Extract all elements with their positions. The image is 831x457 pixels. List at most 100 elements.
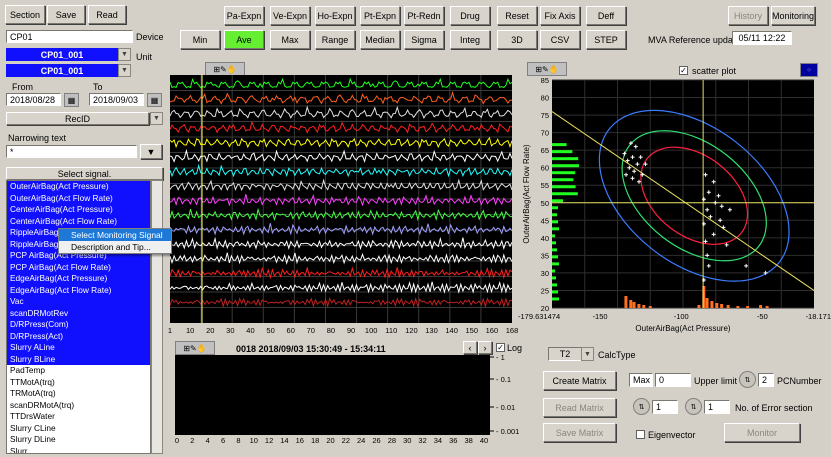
- scatter-y-tick: 70: [541, 129, 549, 138]
- histogram-bar: [552, 171, 576, 175]
- section-button[interactable]: Section: [5, 5, 45, 24]
- save-matrix-button[interactable]: Save Matrix: [543, 423, 616, 442]
- chevron-down-icon[interactable]: ▼: [150, 112, 163, 125]
- btn-max[interactable]: Max: [270, 30, 310, 49]
- btn-step[interactable]: STEP: [586, 30, 626, 49]
- read-button[interactable]: Read: [88, 5, 126, 24]
- btn-pa-expn[interactable]: Pa-Expn: [224, 6, 264, 25]
- signal-list-scrollbar[interactable]: [151, 180, 163, 454]
- calendar-icon[interactable]: ▦: [147, 93, 162, 107]
- recid-select[interactable]: RecID: [6, 112, 149, 125]
- save-button[interactable]: Save: [47, 5, 85, 24]
- signal-list-item[interactable]: OuterAirBag(Act Pressure): [7, 181, 150, 193]
- chevron-down-icon[interactable]: ▼: [581, 347, 594, 361]
- signal-list-item[interactable]: CenterAirBag(Act Pressure): [7, 204, 150, 216]
- histogram-bar: [697, 305, 701, 308]
- signal-list-item[interactable]: PadTemp: [7, 365, 150, 377]
- signal-list-item[interactable]: OuterAirBag(Act Flow Rate): [7, 192, 150, 204]
- btn-fix-axis[interactable]: Fix Axis: [540, 6, 580, 25]
- signal-list-item[interactable]: TRMotA(trq): [7, 388, 150, 400]
- histogram-bar: [624, 296, 628, 308]
- chevron-down-icon[interactable]: ▼: [118, 64, 131, 77]
- signal-list-item[interactable]: Slurry ALine: [7, 342, 150, 354]
- max-select[interactable]: Max: [629, 373, 653, 387]
- signal-list-item[interactable]: Slurr...: [7, 446, 150, 454]
- btn-integ[interactable]: Integ: [450, 30, 490, 49]
- btn-reset[interactable]: Reset: [497, 6, 537, 25]
- signal-list-item[interactable]: Slurry DLine: [7, 434, 150, 446]
- signal-list-item[interactable]: EdgeAirBag(Act Pressure): [7, 273, 150, 285]
- signal-list-item[interactable]: scanDRMotA(trq): [7, 400, 150, 412]
- narrowing-dropdown-button[interactable]: ▼: [140, 144, 162, 159]
- signal-list-item[interactable]: D/RPress(Act): [7, 330, 150, 342]
- btn-sigma[interactable]: Sigma: [404, 30, 444, 49]
- monitoring-button[interactable]: Monitoring: [771, 6, 815, 25]
- btn-ave[interactable]: Ave: [224, 30, 264, 49]
- log-checkbox[interactable]: ✓: [496, 343, 505, 352]
- btn-min[interactable]: Min: [180, 30, 220, 49]
- err-section-input-1[interactable]: 1: [652, 400, 678, 414]
- signal-list-item[interactable]: Vac: [7, 296, 150, 308]
- scatter-checkbox[interactable]: ✓: [679, 66, 688, 75]
- trend-plot[interactable]: [169, 75, 513, 323]
- histogram-bar: [552, 248, 557, 252]
- upper-limit-input[interactable]: 0: [655, 373, 691, 387]
- btn-median[interactable]: Median: [360, 30, 400, 49]
- err-section-input-2[interactable]: 1: [704, 400, 730, 414]
- btn-ho-expn[interactable]: Ho-Expn: [315, 6, 355, 25]
- read-matrix-button[interactable]: Read Matrix: [543, 398, 616, 417]
- plot-tool-icon[interactable]: ⊞✎✋: [205, 62, 245, 76]
- btn-deff[interactable]: Deff: [586, 6, 626, 25]
- calc-type-select[interactable]: T2: [548, 347, 582, 361]
- calendar-icon[interactable]: ▦: [64, 93, 79, 107]
- err-section-label: No. of Error section: [735, 403, 813, 413]
- wave-y-tick: - 0.1: [496, 375, 511, 384]
- menu-item-select-monitoring-signal[interactable]: Select Monitoring Signal: [59, 229, 171, 241]
- scatter-y-tick: 85: [541, 76, 549, 85]
- trend-x-tick: 140: [445, 326, 458, 335]
- signal-list-item[interactable]: D/RPress(Com): [7, 319, 150, 331]
- signal-list-item[interactable]: CenterAirBag(Act Flow Rate): [7, 215, 150, 227]
- narrowing-input[interactable]: *: [6, 145, 137, 158]
- create-matrix-button[interactable]: Create Matrix: [543, 371, 616, 390]
- next-button[interactable]: ›: [478, 341, 492, 354]
- signal-list-item[interactable]: EdgeAirBag(Act Flow Rate): [7, 284, 150, 296]
- prev-button[interactable]: ‹: [463, 341, 477, 354]
- btn-pt-redn[interactable]: Pt-Redn: [404, 6, 444, 25]
- btn-3d[interactable]: 3D: [497, 30, 537, 49]
- history-button[interactable]: History: [728, 6, 768, 25]
- err-spinner-1[interactable]: ⇅: [633, 398, 650, 415]
- signal-list-item[interactable]: PCP AirBag(Act Flow Rate): [7, 261, 150, 273]
- unit-select-2[interactable]: CP01_001: [6, 64, 118, 77]
- btn-drug[interactable]: Drug: [450, 6, 490, 25]
- plot-tool-icon[interactable]: ⊞✎✋: [527, 62, 567, 76]
- btn-csv[interactable]: CSV: [540, 30, 580, 49]
- btn-pt-expn[interactable]: Pt-Expn: [360, 6, 400, 25]
- signal-list[interactable]: OuterAirBag(Act Pressure) OuterAirBag(Act…: [6, 180, 151, 454]
- signal-list-item[interactable]: Slurry CLine: [7, 423, 150, 435]
- menu-item-description-and-tip[interactable]: Description and Tip...: [59, 241, 171, 253]
- signal-list-item[interactable]: TTMotA(trq): [7, 377, 150, 389]
- signal-list-item[interactable]: TTDrsWater: [7, 411, 150, 423]
- unit-select-1[interactable]: CP01_001: [6, 48, 118, 61]
- btn-range[interactable]: Range: [315, 30, 355, 49]
- monitor-button[interactable]: Monitor: [724, 423, 800, 442]
- trend-series-line: [169, 281, 513, 294]
- chevron-down-icon[interactable]: ▼: [118, 48, 131, 61]
- legend-icon[interactable]: ⁘: [800, 63, 818, 77]
- scatter-plot[interactable]: 2025303540455055606570758085-179.631474-…: [518, 76, 831, 336]
- signal-list-item[interactable]: scanDRMotRev: [7, 307, 150, 319]
- err-spinner-2[interactable]: ⇅: [685, 398, 702, 415]
- scatter-x-tick: -18.171: [806, 312, 831, 321]
- pc-number-input[interactable]: 2: [758, 373, 774, 387]
- to-date-field[interactable]: 2018/09/03: [89, 93, 144, 106]
- device-field[interactable]: CP01: [6, 30, 133, 43]
- plot-tool-icon[interactable]: ⊞✎✋: [175, 341, 215, 355]
- signal-list-item[interactable]: Slurry BLine: [7, 353, 150, 365]
- histogram-bar: [715, 303, 719, 308]
- btn-ve-expn[interactable]: Ve-Expn: [270, 6, 310, 25]
- wave-x-tick: 40: [480, 436, 488, 445]
- from-date-field[interactable]: 2018/08/28: [6, 93, 61, 106]
- pc-spinner[interactable]: ⇅: [739, 371, 756, 388]
- eigenvector-checkbox[interactable]: [636, 430, 645, 439]
